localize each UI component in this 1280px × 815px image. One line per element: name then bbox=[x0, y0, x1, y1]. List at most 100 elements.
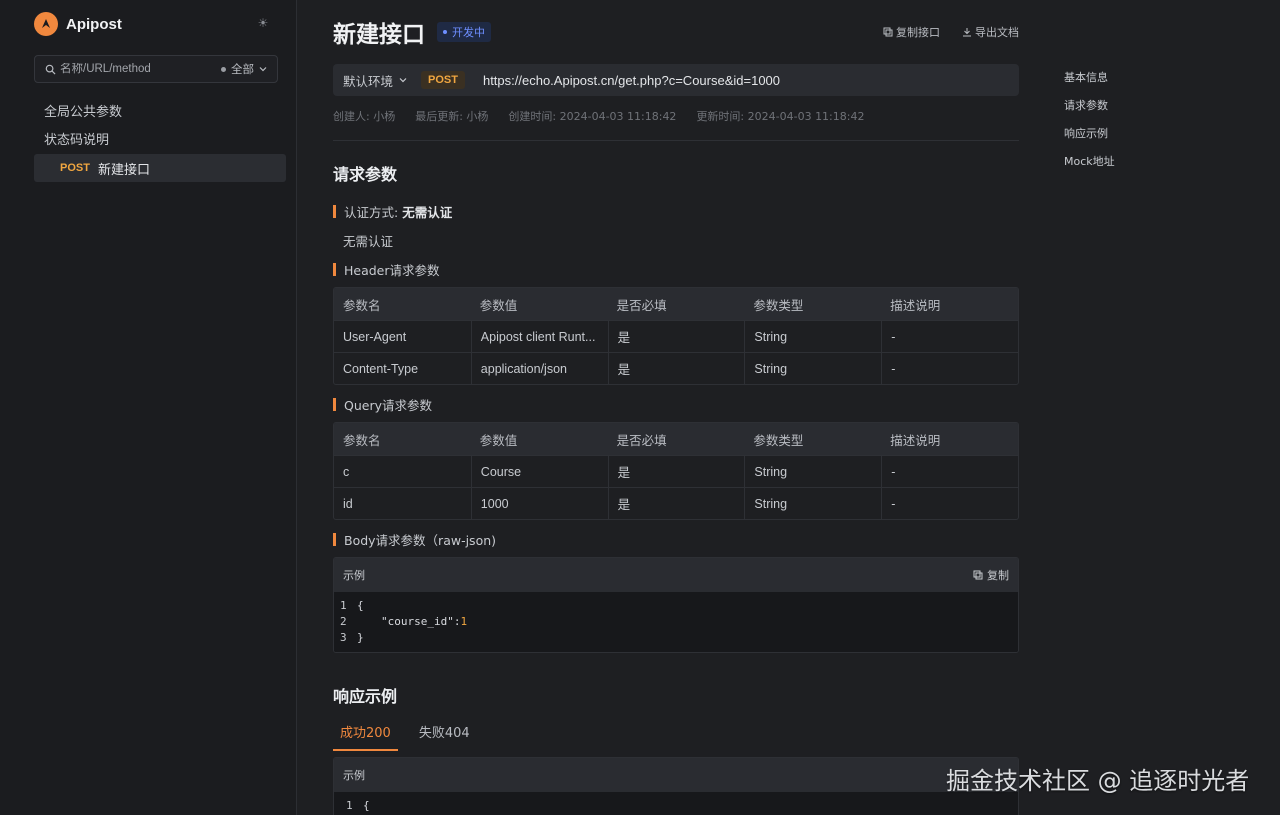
code-line: 2 "course_id": 1 bbox=[340, 615, 468, 628]
column-header: 参数类型 bbox=[753, 298, 804, 313]
body-params-label: Body请求参数（raw-json) bbox=[344, 533, 497, 548]
divider bbox=[333, 140, 1019, 141]
table-cell: String bbox=[744, 353, 881, 384]
body-params-title: Body请求参数（raw-json) bbox=[333, 530, 496, 549]
table-cell: - bbox=[881, 456, 1018, 487]
meta-row: 创建人: 小杨 最后更新: 小杨 创建时间: 2024-04-03 11:18:… bbox=[333, 108, 864, 124]
table-row: User-Agent Apipost client Runt... 是 Stri… bbox=[334, 320, 1018, 352]
column-header: 参数类型 bbox=[753, 433, 804, 448]
chevron-down-icon bbox=[259, 67, 267, 72]
section-bar bbox=[333, 263, 336, 276]
method-badge: POST bbox=[421, 71, 465, 89]
code-line: 1{ bbox=[340, 599, 364, 612]
url-bar: 默认环境 POST https://echo.Apipost.cn/get.ph… bbox=[333, 64, 1019, 96]
table-row: Content-Type application/json 是 String - bbox=[334, 352, 1018, 384]
code-body[interactable]: 1{ 2 "course_id": 1 3} bbox=[334, 592, 1018, 652]
sidebar-api-label: 新建接口 bbox=[97, 162, 150, 178]
title-row: 新建接口 开发中 复制接口 导出文档 bbox=[333, 16, 1019, 48]
code-line: 3} bbox=[340, 631, 364, 644]
theme-toggle-icon[interactable]: ☀ bbox=[256, 16, 270, 30]
column-header: 参数值 bbox=[479, 433, 518, 448]
table-cell: Course bbox=[470, 456, 608, 487]
table-cell: 是 bbox=[607, 321, 745, 352]
table-cell: User-Agent bbox=[343, 329, 407, 344]
query-params-table: 参数名 参数值 是否必填 参数类型 描述说明 c Course 是 String… bbox=[333, 422, 1019, 520]
tab-success-200[interactable]: 成功200 bbox=[333, 716, 398, 751]
table-cell: - bbox=[881, 353, 1018, 384]
table-row: id 1000 是 String - bbox=[334, 487, 1018, 519]
auth-value: 无需认证 bbox=[402, 205, 453, 220]
table-cell: String bbox=[744, 321, 881, 352]
env-label: 默认环境 bbox=[343, 73, 394, 89]
response-tabs: 成功200 失败404 bbox=[333, 716, 477, 751]
copy-api-label: 复制接口 bbox=[896, 26, 940, 39]
search-icon bbox=[45, 64, 56, 75]
column-header: 参数值 bbox=[479, 298, 518, 313]
response-example-block: 示例 1{ bbox=[333, 757, 1019, 815]
table-header-row: 参数名 参数值 是否必填 参数类型 描述说明 bbox=[334, 423, 1018, 455]
outline-item-mock-url[interactable]: Mock地址 bbox=[1064, 154, 1115, 182]
export-doc-button[interactable]: 导出文档 bbox=[962, 24, 1019, 40]
column-header: 参数名 bbox=[343, 433, 381, 448]
example-label: 示例 bbox=[343, 569, 365, 582]
env-dropdown[interactable]: 默认环境 bbox=[343, 71, 407, 90]
table-cell: - bbox=[881, 488, 1018, 519]
code-body[interactable]: 1{ bbox=[334, 792, 1018, 815]
method-tag: POST bbox=[60, 162, 90, 174]
table-cell: - bbox=[881, 321, 1018, 352]
copy-label: 复制 bbox=[987, 569, 1009, 582]
table-cell: 是 bbox=[607, 456, 745, 487]
status-badge: 开发中 bbox=[437, 22, 491, 42]
table-cell: String bbox=[744, 488, 881, 519]
header-params-label: Header请求参数 bbox=[344, 263, 440, 278]
sidebar-item-api[interactable]: POST 新建接口 bbox=[34, 154, 286, 182]
meta-updated: 更新时间: 2024-04-03 11:18:42 bbox=[696, 110, 865, 123]
column-header: 描述说明 bbox=[890, 433, 941, 448]
outline-item-response-example[interactable]: 响应示例 bbox=[1064, 126, 1115, 154]
section-bar bbox=[333, 533, 336, 546]
query-params-title: Query请求参数 bbox=[333, 395, 432, 414]
column-header: 参数名 bbox=[343, 298, 381, 313]
query-params-label: Query请求参数 bbox=[344, 398, 432, 413]
filter-dot-icon bbox=[221, 66, 226, 72]
sidebar: Apipost ☀ 全部 全局公共参数 状态码说明 POST 新建接口 bbox=[0, 0, 297, 815]
request-section-title: 请求参数 bbox=[333, 165, 398, 184]
sidebar-item-status-codes[interactable]: 状态码说明 bbox=[44, 129, 109, 148]
table-row: c Course 是 String - bbox=[334, 455, 1018, 487]
search-input[interactable] bbox=[60, 63, 200, 75]
body-example-block: 示例 复制 1{ 2 "course_id": 1 3} bbox=[333, 557, 1019, 653]
watermark: 掘金技术社区 @ 追逐时光者 bbox=[946, 767, 1250, 795]
status-label: 开发中 bbox=[452, 26, 485, 39]
filter-dropdown[interactable]: 全部 bbox=[221, 61, 267, 77]
brand: Apipost bbox=[34, 12, 122, 36]
copy-icon bbox=[883, 27, 893, 37]
code-line: 1{ bbox=[346, 799, 370, 812]
section-bar bbox=[333, 205, 336, 218]
copy-button[interactable]: 复制 bbox=[973, 567, 1009, 583]
outline-item-request-params[interactable]: 请求参数 bbox=[1064, 98, 1115, 126]
header-params-table: 参数名 参数值 是否必填 参数类型 描述说明 User-Agent Apipos… bbox=[333, 287, 1019, 385]
meta-creator: 创建人: 小杨 bbox=[333, 110, 396, 123]
search-box: 全部 bbox=[34, 55, 278, 83]
example-label: 示例 bbox=[343, 769, 365, 782]
section-bar bbox=[333, 398, 336, 411]
copy-api-button[interactable]: 复制接口 bbox=[883, 24, 940, 40]
header-params-title: Header请求参数 bbox=[333, 260, 440, 279]
table-cell: String bbox=[744, 456, 881, 487]
outline-item-basic-info[interactable]: 基本信息 bbox=[1064, 70, 1115, 98]
table-cell: c bbox=[343, 464, 350, 479]
meta-updater: 最后更新: 小杨 bbox=[415, 110, 489, 123]
sidebar-item-global-params[interactable]: 全局公共参数 bbox=[44, 101, 122, 120]
auth-label: 认证方式: bbox=[344, 205, 399, 220]
response-section-title: 响应示例 bbox=[333, 687, 398, 706]
meta-created: 创建时间: 2024-04-03 11:18:42 bbox=[508, 110, 677, 123]
table-cell: application/json bbox=[470, 353, 608, 384]
auth-description: 无需认证 bbox=[343, 234, 394, 249]
page-title: 新建接口 bbox=[333, 22, 425, 48]
tab-fail-404[interactable]: 失败404 bbox=[412, 716, 477, 751]
code-header: 示例 复制 bbox=[334, 558, 1018, 592]
apipost-logo-icon bbox=[34, 12, 58, 36]
auth-title: 认证方式: 无需认证 bbox=[333, 202, 452, 221]
url-text[interactable]: https://echo.Apipost.cn/get.php?c=Course… bbox=[483, 73, 780, 88]
chevron-down-icon bbox=[399, 78, 407, 83]
